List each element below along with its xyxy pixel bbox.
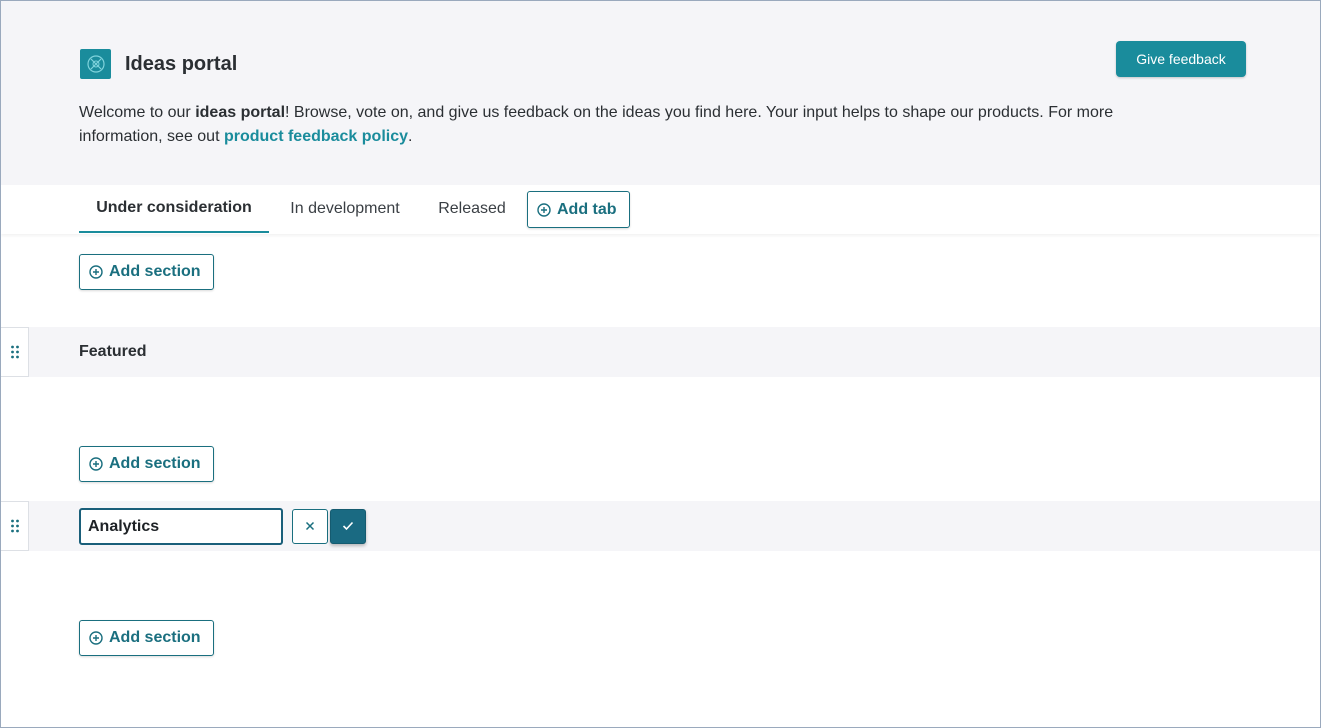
portal-header: Ideas portal Give feedback Welcome to ou… [1, 1, 1320, 185]
portal-logo-icon [80, 49, 111, 79]
tab-released[interactable]: Released [421, 185, 523, 233]
check-icon [342, 519, 354, 534]
plus-circle-icon [537, 202, 551, 217]
tab-under-consideration[interactable]: Under consideration [79, 185, 269, 233]
plus-circle-icon [89, 631, 103, 645]
add-section-label: Add section [109, 629, 201, 646]
add-tab-label: Add tab [557, 200, 617, 218]
welcome-bold: ideas portal [195, 104, 286, 121]
add-tab-button[interactable]: Add tab [527, 191, 630, 228]
confirm-button[interactable] [330, 509, 366, 544]
add-section-label: Add section [109, 455, 201, 472]
drag-handle-icon[interactable] [1, 327, 29, 377]
section-analytics-editing [1, 501, 1320, 551]
plus-circle-icon [89, 265, 103, 279]
close-icon [305, 519, 315, 534]
cancel-button[interactable] [292, 509, 328, 544]
section-featured: Featured [1, 327, 1320, 377]
feedback-policy-link[interactable]: product feedback policy [224, 128, 408, 145]
welcome-text: Welcome to our ideas portal! Browse, vot… [79, 101, 1199, 149]
add-section-label: Add section [109, 263, 201, 280]
welcome-suffix: . [408, 128, 413, 145]
add-section-button[interactable]: Add section [79, 446, 214, 482]
plus-circle-icon [89, 457, 103, 471]
section-name-input[interactable] [79, 508, 283, 545]
tab-in-development[interactable]: In development [271, 185, 419, 233]
welcome-prefix: Welcome to our [79, 104, 196, 121]
section-title: Featured [79, 343, 147, 360]
page-title: Ideas portal [125, 53, 238, 75]
drag-handle-icon[interactable] [1, 501, 29, 551]
app-frame: Ideas portal Give feedback Welcome to ou… [0, 0, 1321, 728]
add-section-button[interactable]: Add section [79, 620, 214, 656]
add-section-button[interactable]: Add section [79, 254, 214, 290]
tab-bar: Under consideration In development Relea… [1, 185, 1320, 234]
give-feedback-button[interactable]: Give feedback [1116, 41, 1246, 77]
